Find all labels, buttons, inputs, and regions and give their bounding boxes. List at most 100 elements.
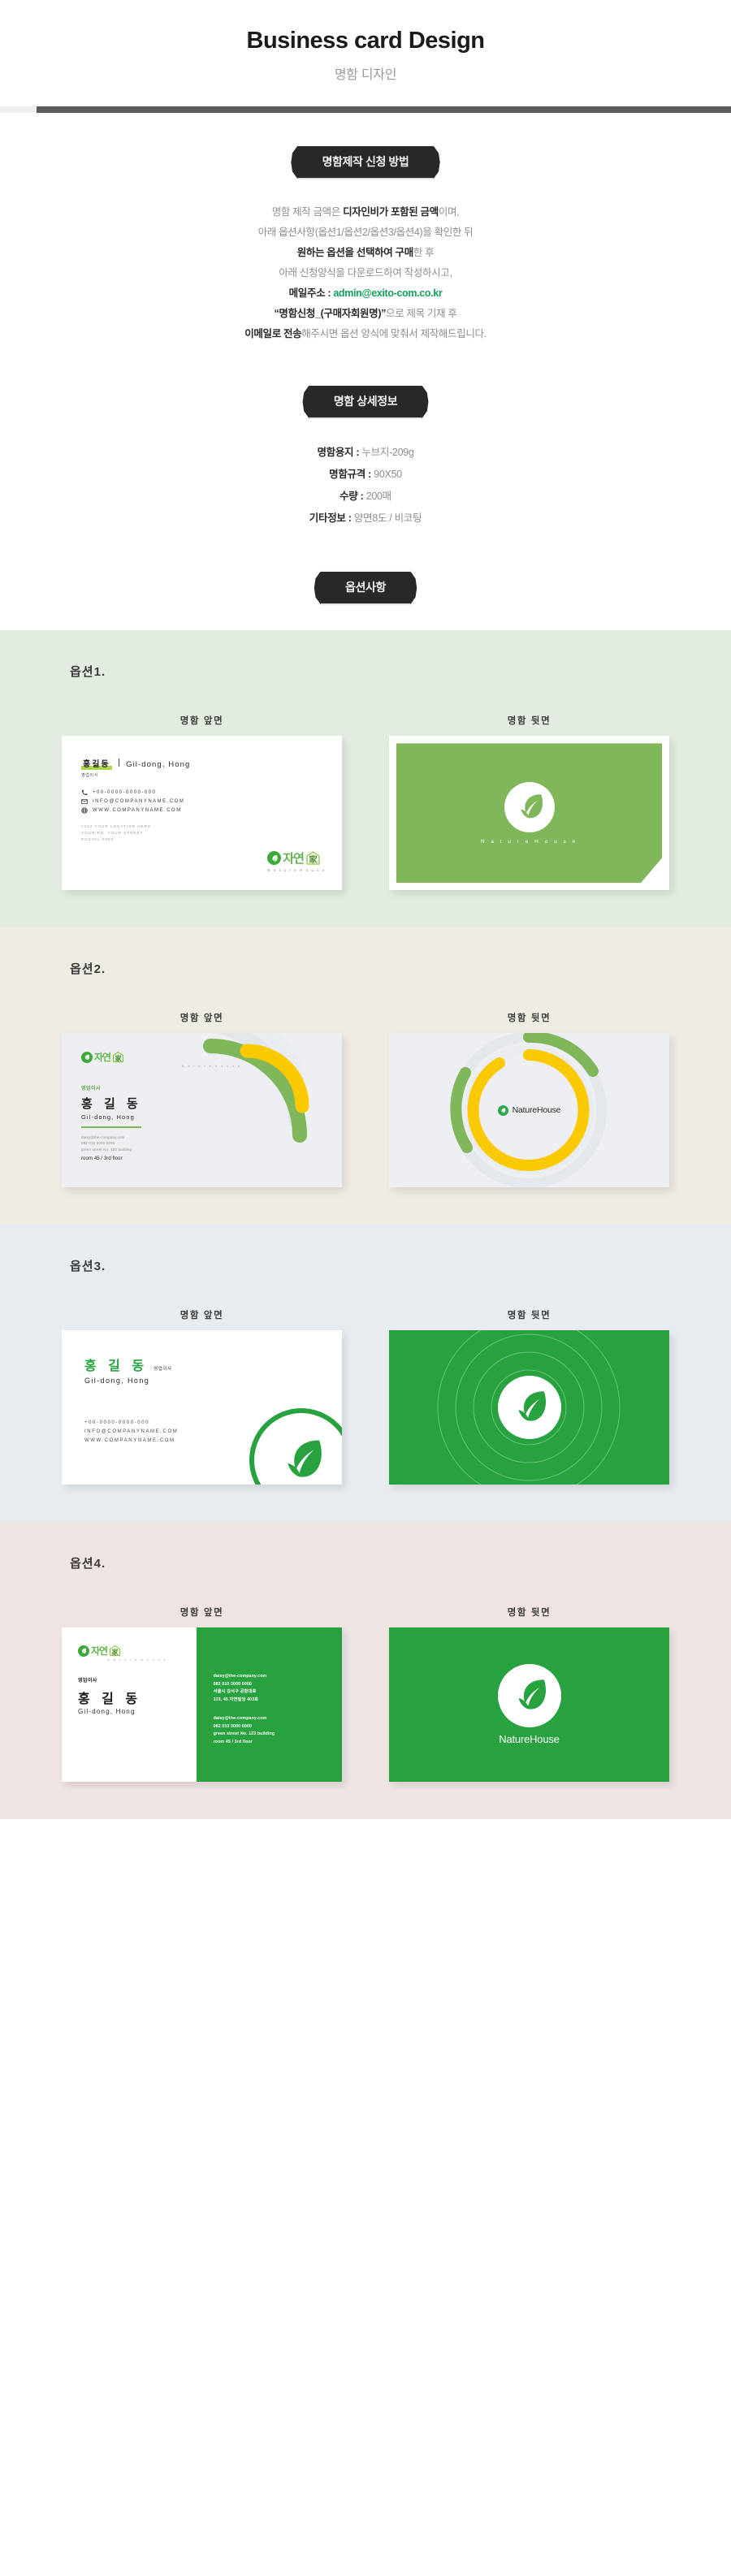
o1-web-line: WWW.COMPANYNAME.COM [81,807,322,814]
house-icon: 家 [109,1645,121,1657]
option-1-label: 옵션1. [70,665,106,680]
option-3-front-card[interactable]: 홍 길 동 영업이사 Gil-dong, Hong +00-0000-0000-… [62,1330,342,1485]
mail-icon [81,799,88,805]
spec-badge: 명함 상세정보 [305,386,426,418]
house-glyph: 家 [110,1645,121,1657]
o2-role: 영업이사 [81,1087,102,1092]
page-title: Business card Design [246,28,486,54]
o3-name-row: 홍 길 동 영업이사 [84,1355,342,1374]
o4-contact-line: daisy@the-company.com [213,1716,267,1722]
page-subtitle: 명함 디자인 [334,68,397,83]
o2-name-en: Gil-dong, Hong [81,1113,135,1122]
brand-lockup: 자연 家 [81,1050,342,1064]
leaf-icon [520,794,543,819]
o1-brand-logo: 자연 家 N a t u r e H o u s e [267,849,326,872]
o4-contact-block-en: daisy@the-company.com 082 010 0000 0000 … [214,1715,342,1746]
leaf-icon [272,854,278,862]
brand-caption: N a t u r e H o u s e [181,1065,242,1069]
brand-lockup: 자연 家 [78,1644,197,1658]
spec-row: 명함용지 : 누브지-209g [0,442,731,464]
o2-details: daisy@the-company.com 082 010 0000 0000 … [81,1135,342,1162]
option-2-back-col: 명함 뒷면 NatureHouse [389,1011,669,1188]
option-4-front-card[interactable]: 자연 家 N a t u r e H o u s e 영업이사 홍 길 동 Gi… [62,1627,342,1783]
how-to-line-4: 아래 신청양식을 다운로드하여 작성하시고, [0,263,731,283]
subject-post: 으로 제목 기재 후 [386,308,457,320]
o1-address-line: 1234 YOUR LOCATION HERE [81,824,152,829]
spec-row-label: 명함용지 : [317,447,362,459]
leaf-icon [517,1391,546,1422]
o4-contact-block-kr: daisy@the-company.com 082 010 0000 0000 … [214,1673,342,1704]
how-to-line-1-bold: 디자인비가 포함된 금액 [343,206,439,218]
o4-contact-line: daisy@the-company.com [213,1674,267,1679]
o3-role: 영업이사 [154,1367,172,1372]
svg-text:家: 家 [115,1054,123,1062]
o4-contact-line: 123, 45 자연빌딩 403호 [213,1696,259,1702]
option-1-front-col: 명함 앞면 홍길동 Gil-dong, Hong 영업이사 +00-0000-0… [62,714,342,891]
o4-contact-line: 082 010 0000 0000 [213,1681,252,1687]
mail-address[interactable]: admin@exito-com.co.kr [333,287,442,299]
leaf-icon [288,1440,322,1478]
o1-phone: +00-0000-0000-000 [93,790,157,796]
o4-contact-line: room 45 / 3rd floor [213,1739,253,1744]
o2-detail-last: room 45 / 3rd floor [81,1156,123,1162]
svg-text:家: 家 [309,854,318,865]
option-4-front-col: 명함 앞면 자연 家 N a t u r e H o u s e 영업이사 홍 … [62,1606,342,1783]
front-side-label: 명함 앞면 [180,1311,224,1321]
how-to-paragraph: 명함 제작 금액은 디자인비가 포함된 금액이며, 아래 옵션사항(옵션1/옵션… [0,202,731,344]
leaf-badge-icon [78,1645,89,1657]
how-to-line-3-bold: 원하는 옵션을 선택하여 구매 [296,247,414,259]
leaf-badge-icon [497,1104,508,1116]
mail-label: 메일주소 : [288,287,334,300]
option-2-back-card[interactable]: NatureHouse [389,1033,669,1188]
o2-underline [81,1126,141,1128]
back-side-label: 명함 뒷면 [507,1608,551,1619]
o1-back-panel: N a t u r e H o u s e [396,743,662,884]
how-to-line-2-text: 아래 옵션사항(옵션1/옵션2/옵션3/옵션4)을 확인한 뒤 [257,227,474,239]
leaf-circle-icon [504,781,555,832]
o2-detail-line: daisy@the-company.com [81,1135,125,1139]
o4-front-right: daisy@the-company.com 082 010 0000 0000 … [196,1627,342,1783]
leaf-icon [501,1108,505,1113]
o1-address: 1234 YOUR LOCATION HERE YOUR RD. YOUR ST… [81,823,322,843]
send-post: 해주시면 옵션 양식에 맞춰서 제작해드립니다. [301,328,487,340]
house-icon: 家 [305,850,321,866]
option-4-back-card[interactable]: NatureHouse [389,1627,669,1783]
o4-contact-line: 082 010 0000 0000 [213,1723,252,1729]
spec-section: 명함 상세정보 명함용지 : 누브지-209g 명함규격 : 90X50 수량 … [0,344,731,529]
option-2-front-col: 명함 앞면 자연 家 N a t u r e H o u s e 영업이사 홍 … [62,1011,342,1188]
option-2-cards: 명함 앞면 자연 家 N a t u r e H o u s e 영업이사 홍 … [32,1011,699,1188]
o1-email-line: INFO@COMPANYNAME.COM [81,798,322,805]
option-1-section: 옵션1. 명함 앞면 홍길동 Gil-dong, Hong 영업이사 +00-0… [0,630,731,928]
how-to-line-1-post: 이며, [438,206,460,218]
how-to-line-3-post: 한 후 [413,247,435,259]
o3-name-en: Gil-dong, Hong [84,1377,150,1385]
option-1-front-card[interactable]: 홍길동 Gil-dong, Hong 영업이사 +00-0000-0000-00… [62,736,342,891]
o4-front-left: 자연 家 N a t u r e H o u s e 영업이사 홍 길 동 Gi… [62,1627,197,1783]
spec-row-value: 90X50 [374,469,402,481]
brand-lockup: 자연 家 [267,849,326,867]
brand-kr: 자연 [94,1052,111,1064]
leaf-icon [517,1679,546,1710]
option-3-back-col: 명함 뒷면 [389,1308,669,1485]
how-to-badge: 명함제작 신청 방법 [294,146,437,179]
leaf-circle-icon [497,1376,561,1440]
leaf-icon [81,1648,87,1653]
o2-detail-line: green street No. 123 building [81,1147,132,1152]
leaf-badge-icon [267,851,282,866]
option-3-label: 옵션3. [70,1260,106,1274]
o3-name-kr: 홍 길 동 [84,1359,149,1374]
send-bold: 이메일로 전송 [244,328,302,340]
option-1-back-card[interactable]: N a t u r e H o u s e [389,736,669,891]
brand-caption: N a t u r e H o u s e [267,868,326,873]
spec-row: 기타정보 : 양면8도 / 비코팅 [0,508,731,529]
o1-back-caption: N a t u r e H o u s e [480,838,578,845]
option-3-back-card[interactable] [389,1330,669,1485]
how-to-subject-line: “명함신청_(구매자회원명)”으로 제목 기재 후 [0,304,731,324]
option-2-front-card[interactable]: 자연 家 N a t u r e H o u s e 영업이사 홍 길 동 Gi… [62,1033,342,1188]
o1-name-row: 홍길동 Gil-dong, Hong [81,757,322,771]
option-3-cards: 명함 앞면 홍 길 동 영업이사 Gil-dong, Hong +00-0000… [32,1308,699,1485]
o2-name-kr: 홍 길 동 [81,1097,142,1112]
how-to-section: 명함제작 신청 방법 명함 제작 금액은 디자인비가 포함된 금액이며, 아래 … [0,113,731,344]
brand-kr: 자연 [283,852,305,867]
header-divider [0,106,731,114]
